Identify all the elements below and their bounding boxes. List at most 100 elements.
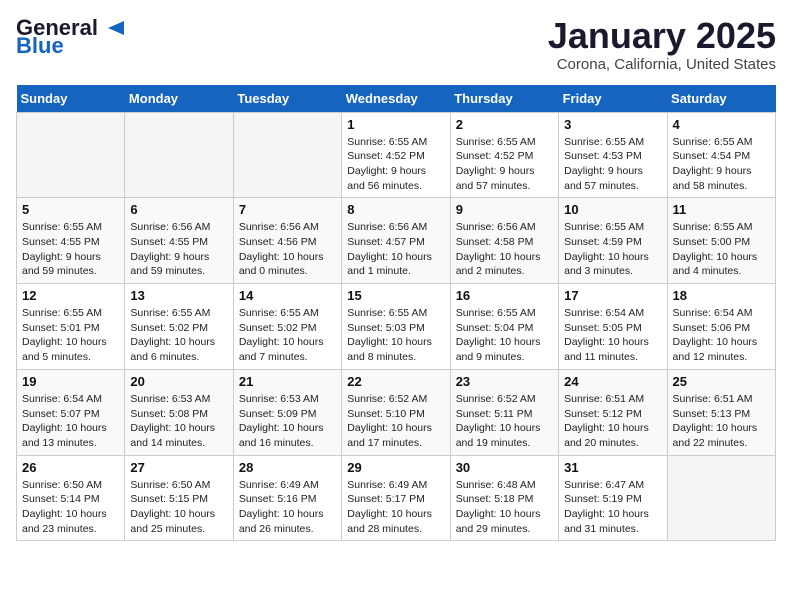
day-info: Sunrise: 6:55 AM Sunset: 4:55 PM Dayligh… xyxy=(22,220,119,279)
week-row-3: 12 Sunrise: 6:55 AM Sunset: 5:01 PM Dayli… xyxy=(17,284,776,370)
calendar-cell: 23 Sunrise: 6:52 AM Sunset: 5:11 PM Dayli… xyxy=(450,369,558,455)
calendar-cell xyxy=(667,455,775,541)
calendar-cell: 31Sunrise: 6:47 AM Sunset: 5:19 PM Dayli… xyxy=(559,455,667,541)
day-info: Sunrise: 6:55 AM Sunset: 5:00 PM Dayligh… xyxy=(673,220,770,279)
day-info: Sunrise: 6:55 AM Sunset: 5:02 PM Dayligh… xyxy=(239,306,336,365)
day-number: 16 xyxy=(456,288,553,303)
day-number: 13 xyxy=(130,288,227,303)
day-number: 30 xyxy=(456,460,553,475)
day-info: Sunrise: 6:55 AM Sunset: 4:53 PM Dayligh… xyxy=(564,135,661,194)
day-number: 5 xyxy=(22,202,119,217)
day-info: Sunrise: 6:53 AM Sunset: 5:09 PM Dayligh… xyxy=(239,392,336,451)
calendar-cell: 26Sunrise: 6:50 AM Sunset: 5:14 PM Dayli… xyxy=(17,455,125,541)
day-info: Sunrise: 6:48 AM Sunset: 5:18 PM Dayligh… xyxy=(456,478,553,537)
day-number: 2 xyxy=(456,117,553,132)
day-number: 7 xyxy=(239,202,336,217)
week-row-1: 1 Sunrise: 6:55 AM Sunset: 4:52 PM Daylig… xyxy=(17,112,776,198)
day-info: Sunrise: 6:50 AM Sunset: 5:15 PM Dayligh… xyxy=(130,478,227,537)
weekday-tuesday: Tuesday xyxy=(233,85,341,113)
page-header: General Blue January 2025 Corona, Califo… xyxy=(16,16,776,73)
day-info: Sunrise: 6:56 AM Sunset: 4:57 PM Dayligh… xyxy=(347,220,444,279)
day-number: 23 xyxy=(456,374,553,389)
calendar-cell: 30 Sunrise: 6:48 AM Sunset: 5:18 PM Dayli… xyxy=(450,455,558,541)
logo-blue-text: Blue xyxy=(16,34,64,58)
day-info: Sunrise: 6:55 AM Sunset: 5:04 PM Dayligh… xyxy=(456,306,553,365)
week-row-2: 5 Sunrise: 6:55 AM Sunset: 4:55 PM Daylig… xyxy=(17,198,776,284)
calendar-cell xyxy=(233,112,341,198)
day-info: Sunrise: 6:55 AM Sunset: 5:03 PM Dayligh… xyxy=(347,306,444,365)
day-number: 26 xyxy=(22,460,119,475)
day-number: 28 xyxy=(239,460,336,475)
day-number: 17 xyxy=(564,288,661,303)
day-number: 27 xyxy=(130,460,227,475)
logo: General Blue xyxy=(16,16,132,58)
calendar-cell: 10 Sunrise: 6:55 AM Sunset: 4:59 PM Dayli… xyxy=(559,198,667,284)
calendar-cell: 21Sunrise: 6:53 AM Sunset: 5:09 PM Dayli… xyxy=(233,369,341,455)
day-number: 1 xyxy=(347,117,444,132)
calendar-cell: 12 Sunrise: 6:55 AM Sunset: 5:01 PM Dayli… xyxy=(17,284,125,370)
day-info: Sunrise: 6:55 AM Sunset: 4:59 PM Dayligh… xyxy=(564,220,661,279)
day-info: Sunrise: 6:55 AM Sunset: 5:02 PM Dayligh… xyxy=(130,306,227,365)
day-info: Sunrise: 6:56 AM Sunset: 4:55 PM Dayligh… xyxy=(130,220,227,279)
weekday-wednesday: Wednesday xyxy=(342,85,450,113)
day-info: Sunrise: 6:55 AM Sunset: 5:01 PM Dayligh… xyxy=(22,306,119,365)
day-info: Sunrise: 6:49 AM Sunset: 5:16 PM Dayligh… xyxy=(239,478,336,537)
day-info: Sunrise: 6:55 AM Sunset: 4:52 PM Dayligh… xyxy=(347,135,444,194)
day-number: 22 xyxy=(347,374,444,389)
calendar-cell: 8Sunrise: 6:56 AM Sunset: 4:57 PM Daylig… xyxy=(342,198,450,284)
day-number: 31 xyxy=(564,460,661,475)
calendar-cell: 11Sunrise: 6:55 AM Sunset: 5:00 PM Dayli… xyxy=(667,198,775,284)
weekday-monday: Monday xyxy=(125,85,233,113)
day-number: 4 xyxy=(673,117,770,132)
calendar-cell: 14 Sunrise: 6:55 AM Sunset: 5:02 PM Dayli… xyxy=(233,284,341,370)
calendar-cell: 28 Sunrise: 6:49 AM Sunset: 5:16 PM Dayli… xyxy=(233,455,341,541)
day-number: 19 xyxy=(22,374,119,389)
calendar-cell: 7 Sunrise: 6:56 AM Sunset: 4:56 PM Daylig… xyxy=(233,198,341,284)
calendar-cell: 6Sunrise: 6:56 AM Sunset: 4:55 PM Daylig… xyxy=(125,198,233,284)
day-number: 3 xyxy=(564,117,661,132)
day-info: Sunrise: 6:52 AM Sunset: 5:11 PM Dayligh… xyxy=(456,392,553,451)
day-number: 18 xyxy=(673,288,770,303)
day-info: Sunrise: 6:54 AM Sunset: 5:06 PM Dayligh… xyxy=(673,306,770,365)
weekday-thursday: Thursday xyxy=(450,85,558,113)
calendar-cell xyxy=(17,112,125,198)
calendar-cell: 17 Sunrise: 6:54 AM Sunset: 5:05 PM Dayli… xyxy=(559,284,667,370)
calendar-cell: 20Sunrise: 6:53 AM Sunset: 5:08 PM Dayli… xyxy=(125,369,233,455)
calendar-cell: 24Sunrise: 6:51 AM Sunset: 5:12 PM Dayli… xyxy=(559,369,667,455)
calendar-cell: 15Sunrise: 6:55 AM Sunset: 5:03 PM Dayli… xyxy=(342,284,450,370)
weekday-friday: Friday xyxy=(559,85,667,113)
day-info: Sunrise: 6:51 AM Sunset: 5:13 PM Dayligh… xyxy=(673,392,770,451)
day-number: 10 xyxy=(564,202,661,217)
weekday-sunday: Sunday xyxy=(17,85,125,113)
calendar-cell: 3 Sunrise: 6:55 AM Sunset: 4:53 PM Daylig… xyxy=(559,112,667,198)
weekday-saturday: Saturday xyxy=(667,85,775,113)
day-number: 29 xyxy=(347,460,444,475)
calendar-cell: 19Sunrise: 6:54 AM Sunset: 5:07 PM Dayli… xyxy=(17,369,125,455)
calendar-title: January 2025 xyxy=(548,16,776,56)
day-info: Sunrise: 6:54 AM Sunset: 5:05 PM Dayligh… xyxy=(564,306,661,365)
day-number: 9 xyxy=(456,202,553,217)
calendar-cell: 25 Sunrise: 6:51 AM Sunset: 5:13 PM Dayli… xyxy=(667,369,775,455)
day-info: Sunrise: 6:56 AM Sunset: 4:58 PM Dayligh… xyxy=(456,220,553,279)
day-info: Sunrise: 6:49 AM Sunset: 5:17 PM Dayligh… xyxy=(347,478,444,537)
calendar-table: SundayMondayTuesdayWednesdayThursdayFrid… xyxy=(16,85,776,542)
calendar-cell: 27 Sunrise: 6:50 AM Sunset: 5:15 PM Dayli… xyxy=(125,455,233,541)
day-info: Sunrise: 6:55 AM Sunset: 4:52 PM Dayligh… xyxy=(456,135,553,194)
day-info: Sunrise: 6:55 AM Sunset: 4:54 PM Dayligh… xyxy=(673,135,770,194)
calendar-cell: 4 Sunrise: 6:55 AM Sunset: 4:54 PM Daylig… xyxy=(667,112,775,198)
title-block: January 2025 Corona, California, United … xyxy=(548,16,776,73)
day-number: 12 xyxy=(22,288,119,303)
week-row-4: 19Sunrise: 6:54 AM Sunset: 5:07 PM Dayli… xyxy=(17,369,776,455)
calendar-cell: 29 Sunrise: 6:49 AM Sunset: 5:17 PM Dayli… xyxy=(342,455,450,541)
calendar-cell: 22Sunrise: 6:52 AM Sunset: 5:10 PM Dayli… xyxy=(342,369,450,455)
day-info: Sunrise: 6:56 AM Sunset: 4:56 PM Dayligh… xyxy=(239,220,336,279)
day-number: 14 xyxy=(239,288,336,303)
logo-arrow-icon xyxy=(100,17,132,39)
weekday-header-row: SundayMondayTuesdayWednesdayThursdayFrid… xyxy=(17,85,776,113)
day-info: Sunrise: 6:53 AM Sunset: 5:08 PM Dayligh… xyxy=(130,392,227,451)
calendar-body: 1 Sunrise: 6:55 AM Sunset: 4:52 PM Daylig… xyxy=(17,112,776,541)
calendar-subtitle: Corona, California, United States xyxy=(548,56,776,73)
day-number: 25 xyxy=(673,374,770,389)
calendar-cell: 2 Sunrise: 6:55 AM Sunset: 4:52 PM Daylig… xyxy=(450,112,558,198)
calendar-cell: 16 Sunrise: 6:55 AM Sunset: 5:04 PM Dayli… xyxy=(450,284,558,370)
